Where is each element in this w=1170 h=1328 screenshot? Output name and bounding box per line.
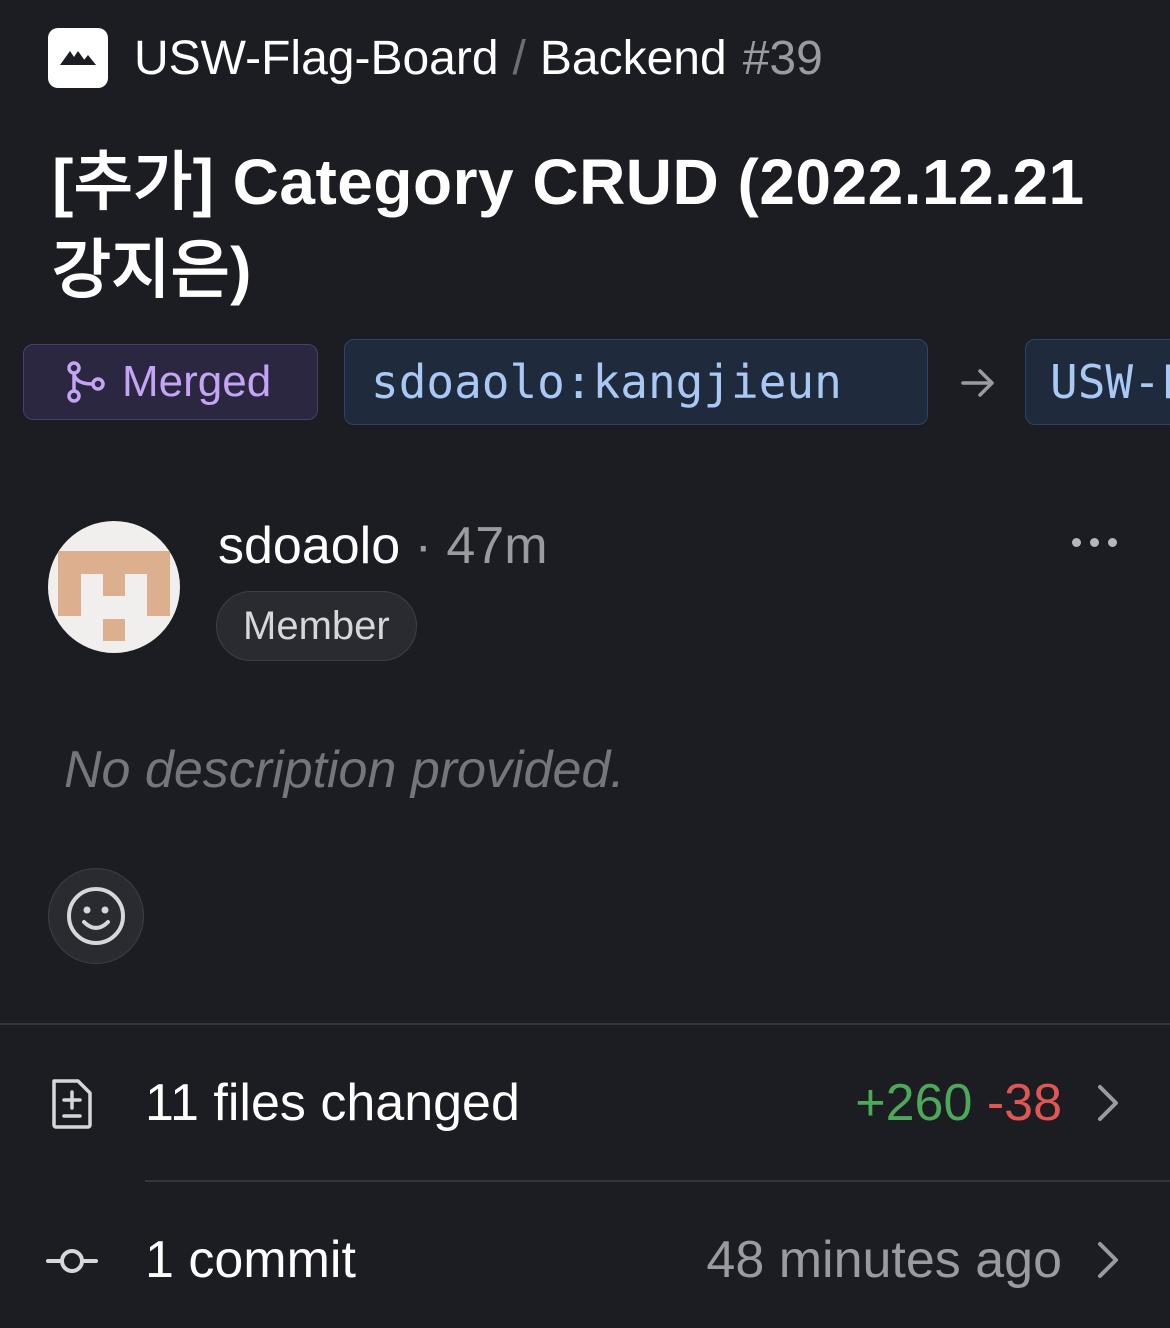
base-branch-label[interactable]: USW-Flag-Board:main bbox=[1025, 339, 1170, 425]
breadcrumb-separator: / bbox=[512, 31, 526, 85]
dot-icon bbox=[1108, 538, 1117, 547]
chevron-right-icon bbox=[1098, 1242, 1118, 1278]
row-divider bbox=[145, 1180, 1170, 1182]
pr-number: #39 bbox=[742, 31, 823, 85]
files-changed-row[interactable]: 11 files changed +260 -38 bbox=[0, 1058, 1170, 1148]
merge-icon bbox=[67, 361, 105, 403]
author-line: sdoaolo · 47m bbox=[218, 516, 548, 576]
section-divider bbox=[0, 1023, 1170, 1025]
author-avatar[interactable] bbox=[48, 521, 180, 653]
pr-title: [추가] Category CRUD (2022.12.21 강지은) bbox=[52, 146, 1085, 306]
commits-row[interactable]: 1 commit 48 minutes ago bbox=[0, 1215, 1170, 1305]
commit-time: 48 minutes ago bbox=[706, 1231, 1062, 1289]
additions-count: +260 bbox=[855, 1074, 973, 1132]
dot-icon bbox=[1090, 538, 1099, 547]
commit-icon bbox=[46, 1249, 98, 1273]
member-role-badge: Member bbox=[216, 591, 417, 661]
breadcrumb: USW-Flag-Board / Backend #39 bbox=[134, 28, 823, 88]
diff-stats: +260 -38 bbox=[855, 1058, 1062, 1148]
head-branch-label[interactable]: sdoaolo:kangjieun bbox=[344, 339, 928, 425]
files-changed-label: 11 files changed bbox=[145, 1074, 520, 1132]
arrow-right-icon bbox=[961, 369, 994, 397]
chevron-right-icon bbox=[1098, 1085, 1118, 1121]
pr-description: No description provided. bbox=[64, 741, 625, 799]
logo-icon bbox=[60, 51, 96, 65]
repo-owner-link[interactable]: USW-Flag-Board bbox=[134, 31, 499, 86]
comment-time: · 47m bbox=[400, 517, 548, 575]
add-reaction-button[interactable] bbox=[48, 868, 144, 964]
commit-count-label: 1 commit bbox=[145, 1231, 356, 1289]
author-name[interactable]: sdoaolo bbox=[218, 517, 400, 575]
repo-name-link[interactable]: Backend bbox=[540, 31, 727, 86]
file-diff-icon bbox=[52, 1079, 92, 1129]
more-options-button[interactable] bbox=[1072, 538, 1117, 547]
smiley-icon bbox=[67, 887, 125, 945]
deletions-count: -38 bbox=[986, 1074, 1062, 1132]
merged-label: Merged bbox=[122, 357, 272, 406]
org-avatar[interactable] bbox=[48, 28, 108, 88]
identicon-image bbox=[58, 551, 170, 641]
dot-icon bbox=[1072, 538, 1081, 547]
merged-status-badge: Merged bbox=[23, 344, 318, 420]
